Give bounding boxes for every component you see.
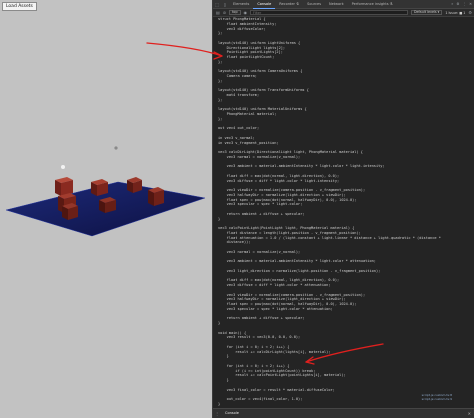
context-select[interactable]: top <box>229 10 241 15</box>
eye-icon[interactable]: ◉ <box>244 10 248 15</box>
drawer-tab-console[interactable]: Console <box>221 409 243 418</box>
console-line: float attenuation = 1.0 / (light.constan… <box>218 235 441 240</box>
sidebar-toggle-icon[interactable]: ▤ <box>216 10 220 15</box>
more-tabs-icon[interactable]: » <box>451 2 453 6</box>
more-options-icon[interactable]: ⋮ <box>463 2 467 6</box>
point-light-marker <box>61 165 65 169</box>
drawer-menu-icon[interactable]: ⋮ <box>213 410 221 418</box>
point-light-marker <box>114 146 118 150</box>
tab-console[interactable]: Console <box>253 0 276 9</box>
devtools-panel: ⬚ ▯ Elements Console Recorder ⚗ Sources … <box>212 0 474 418</box>
load-assets-button[interactable]: Load Assets <box>2 2 37 11</box>
drawer-close-icon[interactable]: ✕ <box>468 411 471 416</box>
cube <box>99 197 116 213</box>
console-settings-icon[interactable]: ⚙ <box>468 10 472 15</box>
settings-icon[interactable]: ⚙ <box>456 2 459 6</box>
tab-elements[interactable]: Elements <box>229 0 253 9</box>
devtools-tabbar: ⬚ ▯ Elements Console Recorder ⚗ Sources … <box>213 0 474 9</box>
issues-badge[interactable]: 1 Issue: ■ 1 <box>445 11 465 15</box>
render-viewport[interactable]: Load Assets <box>0 0 212 418</box>
cube <box>127 177 142 193</box>
cube <box>91 179 108 196</box>
webgl-canvas[interactable] <box>0 0 212 418</box>
console-toolbar: ▤ ⊘ top ◉ Default levels ▾ 1 Issue: ■ 1 … <box>213 9 474 17</box>
clear-console-icon[interactable]: ⊘ <box>223 10 226 15</box>
console-drawer: ⋮ Console ✕ <box>213 408 474 418</box>
log-levels-select[interactable]: Default levels ▾ <box>410 10 443 15</box>
filter-input[interactable] <box>250 10 408 15</box>
tab-network[interactable]: Network <box>325 0 348 9</box>
inspect-element-icon[interactable]: ⬚ <box>213 0 221 8</box>
tab-recorder[interactable]: Recorder ⚗ <box>275 0 303 9</box>
source-link[interactable]: script.js:custom.ts:9 <box>422 397 452 401</box>
tab-sources[interactable]: Sources <box>303 0 325 9</box>
cube <box>62 203 78 220</box>
device-toolbar-icon[interactable]: ▯ <box>221 0 229 8</box>
close-icon[interactable]: ✕ <box>469 2 472 6</box>
console-output[interactable]: struct PhongMaterial { float ambientInte… <box>213 17 474 408</box>
cube <box>55 177 73 196</box>
tab-performance-insights[interactable]: Performance insights ⚗ <box>348 0 397 9</box>
cube <box>148 187 164 206</box>
